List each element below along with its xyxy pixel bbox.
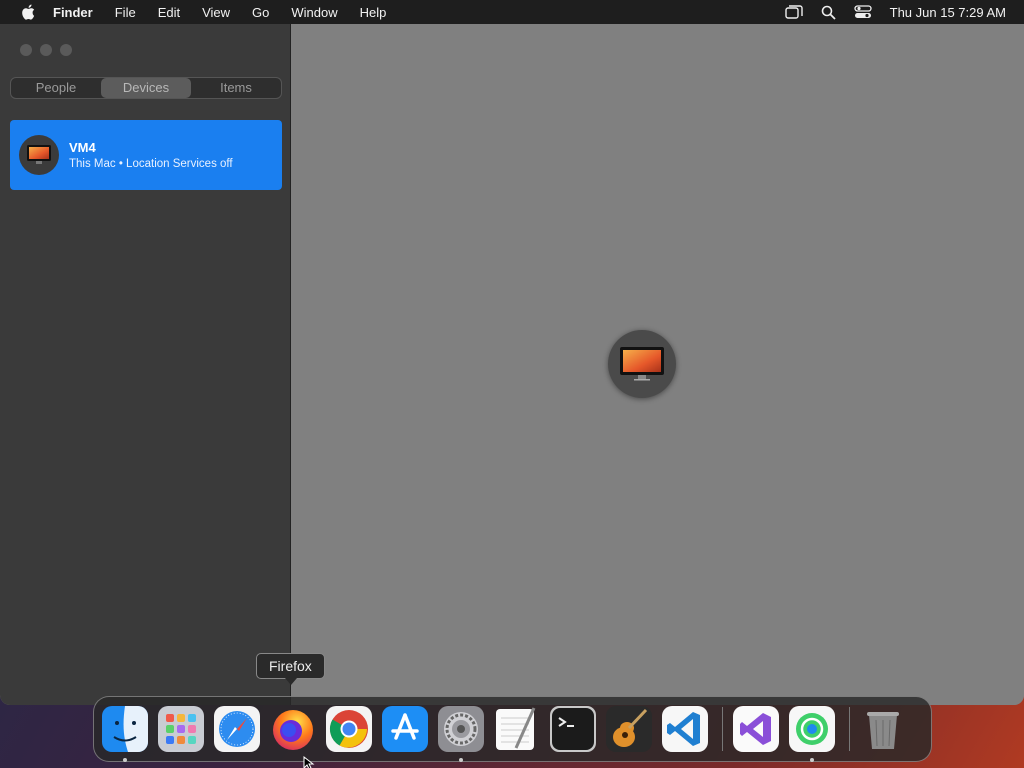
menu-help[interactable]: Help [360, 5, 387, 20]
dock-system-settings[interactable] [438, 706, 484, 762]
dock-terminal[interactable] [550, 706, 596, 752]
zoom-button[interactable] [60, 44, 72, 56]
view-segmented-control: People Devices Items [10, 77, 282, 99]
textedit-icon [496, 707, 536, 750]
sidebar: People Devices Items VM4 This Mac • Loca… [0, 24, 291, 705]
menu-bar: Finder File Edit View Go Window Help Thu… [0, 0, 1024, 24]
app-store-icon [382, 706, 428, 752]
dock-launchpad[interactable] [158, 706, 204, 752]
tab-people[interactable]: People [11, 78, 101, 98]
dock-visual-studio[interactable] [733, 706, 779, 752]
finder-icon [102, 706, 148, 752]
search-icon[interactable] [821, 5, 836, 20]
dock-app-store[interactable] [382, 706, 428, 752]
window-stack-icon[interactable] [784, 5, 803, 19]
close-button[interactable] [20, 44, 32, 56]
dock-safari[interactable] [214, 706, 260, 752]
device-name: VM4 [69, 140, 96, 155]
dock-find-my[interactable] [789, 706, 835, 762]
device-row-vm4[interactable]: VM4 This Mac • Location Services off [10, 120, 282, 190]
dock-firefox[interactable] [270, 706, 316, 752]
dock-separator [849, 707, 850, 751]
mac-device-icon [620, 347, 664, 381]
menu-edit[interactable]: Edit [158, 5, 180, 20]
device-status: This Mac • Location Services off [69, 158, 233, 170]
menu-clock[interactable]: Thu Jun 15 7:29 AM [890, 5, 1006, 20]
chrome-icon [326, 706, 372, 752]
firefox-icon [273, 710, 313, 750]
dock-trash[interactable] [860, 706, 906, 752]
dock-textedit[interactable] [494, 706, 540, 752]
menu-go[interactable]: Go [252, 5, 269, 20]
map-area[interactable] [292, 24, 1024, 705]
terminal-icon [550, 706, 596, 752]
trash-icon [867, 712, 899, 749]
menu-app-finder[interactable]: Finder [53, 5, 93, 20]
mouse-cursor-icon [303, 755, 315, 768]
dock-tooltip: Firefox [256, 653, 325, 685]
menu-window[interactable]: Window [291, 5, 337, 20]
apple-menu-icon[interactable] [19, 3, 37, 21]
dock-chrome[interactable] [326, 706, 372, 752]
menu-view[interactable]: View [202, 5, 230, 20]
running-indicator [459, 758, 463, 762]
launchpad-icon [158, 706, 204, 752]
minimize-button[interactable] [40, 44, 52, 56]
window-controls [20, 44, 80, 56]
vscode-icon [662, 706, 708, 752]
control-center-icon[interactable] [853, 5, 872, 19]
findmy-window: People Devices Items VM4 This Mac • Loca… [0, 24, 1024, 705]
mac-device-icon [19, 135, 59, 175]
dock-vscode[interactable] [662, 706, 708, 752]
tab-devices[interactable]: Devices [101, 78, 191, 98]
running-indicator [123, 758, 127, 762]
safari-icon [214, 706, 260, 752]
dock-finder[interactable] [102, 706, 148, 762]
settings-icon [438, 706, 484, 752]
garageband-icon [606, 706, 652, 752]
dock [93, 696, 932, 762]
tab-items[interactable]: Items [191, 78, 281, 98]
menu-file[interactable]: File [115, 5, 136, 20]
visual-studio-icon [733, 706, 779, 752]
find-my-icon [789, 706, 835, 752]
dock-garageband[interactable] [606, 706, 652, 752]
running-indicator [810, 758, 814, 762]
device-map-pin[interactable] [608, 330, 676, 398]
dock-separator [722, 707, 723, 751]
